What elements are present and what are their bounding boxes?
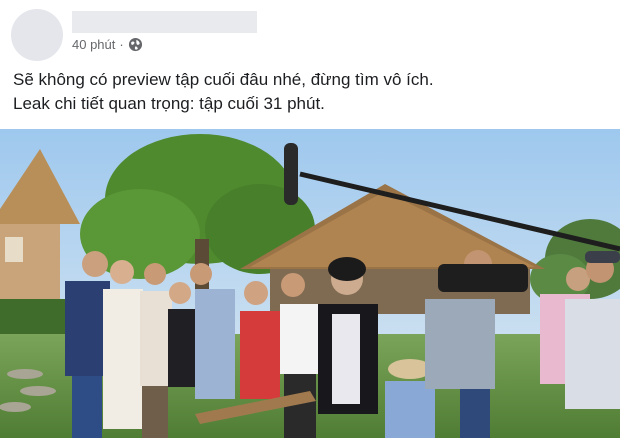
meta-separator: ·	[119, 37, 124, 52]
post-header: 40 phút ·	[0, 0, 620, 62]
post-photo[interactable]	[0, 129, 620, 438]
post-line-2: Leak chi tiết quan trọng: tập cuối 31 ph…	[13, 94, 325, 113]
timestamp[interactable]: 40 phút	[72, 37, 115, 52]
post-line-1: Sẽ không có preview tập cuối đâu nhé, đừ…	[13, 70, 434, 89]
avatar[interactable]	[11, 9, 63, 61]
globe-icon[interactable]	[128, 37, 143, 52]
author-name-placeholder[interactable]	[72, 11, 257, 33]
post-text: Sẽ không có preview tập cuối đâu nhé, đừ…	[13, 68, 613, 116]
post-meta: 40 phút ·	[72, 37, 143, 52]
